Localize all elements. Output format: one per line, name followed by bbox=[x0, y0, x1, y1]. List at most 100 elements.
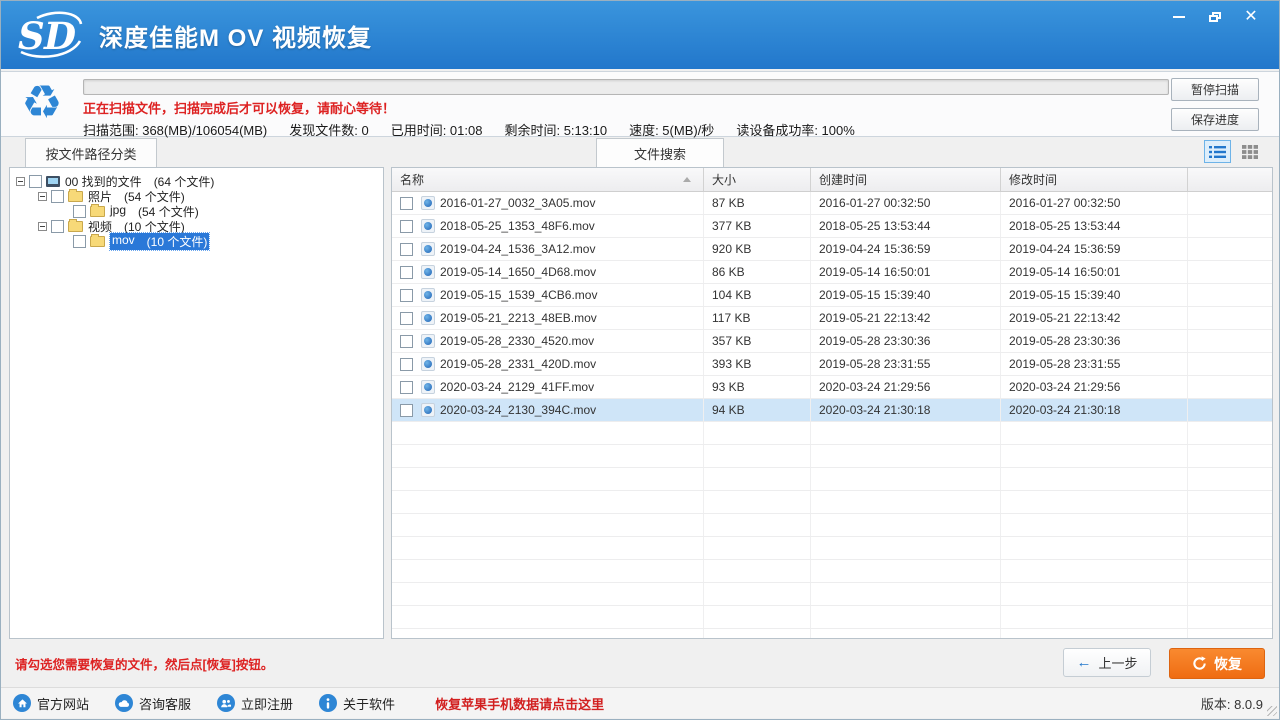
row-checkbox[interactable] bbox=[400, 289, 413, 302]
row-checkbox[interactable] bbox=[400, 312, 413, 325]
table-row[interactable]: 2019-05-28_2330_4520.mov 357 KB 2019-05-… bbox=[392, 330, 1272, 353]
empty-table-row bbox=[392, 468, 1272, 491]
table-body: 2016-01-27_0032_3A05.mov 87 KB 2016-01-2… bbox=[392, 192, 1272, 639]
list-view-button[interactable] bbox=[1204, 140, 1231, 163]
row-checkbox[interactable] bbox=[400, 335, 413, 348]
file-size bbox=[704, 468, 811, 490]
row-checkbox[interactable] bbox=[400, 266, 413, 279]
file-size: 920 KB bbox=[704, 238, 811, 260]
resize-grip[interactable] bbox=[1267, 706, 1277, 716]
file-created bbox=[811, 560, 1001, 582]
column-header-modified[interactable]: 修改时间 bbox=[1001, 168, 1188, 191]
version-label: 版本: 8.0.9 bbox=[1201, 694, 1263, 713]
file-created: 2019-04-24 15:36:59 bbox=[811, 238, 1001, 260]
tabs-row: 按文件路径分类 文件搜索 bbox=[1, 137, 1279, 167]
close-icon: ✕ bbox=[1244, 9, 1257, 25]
scan-activity-icon: ♻ bbox=[1, 72, 83, 136]
footer-link-about[interactable]: 关于软件 bbox=[319, 694, 395, 713]
file-name: 2018-05-25_1353_48F6.mov bbox=[440, 219, 595, 233]
pause-scan-button[interactable]: 暂停扫描 bbox=[1171, 78, 1259, 101]
file-modified bbox=[1001, 514, 1188, 536]
minimize-button[interactable] bbox=[1161, 5, 1197, 29]
recover-refresh-icon bbox=[1192, 656, 1207, 671]
row-checkbox[interactable] bbox=[400, 220, 413, 233]
tree-item[interactable]: 照片(54 个文件) bbox=[10, 189, 383, 204]
footer-link-home[interactable]: 官方网站 bbox=[13, 694, 89, 713]
grid-view-button[interactable] bbox=[1236, 140, 1263, 163]
tree-item[interactable]: 00 找到的文件(64 个文件) bbox=[10, 174, 383, 189]
tree-item[interactable]: 视频(10 个文件) bbox=[10, 219, 383, 234]
empty-table-row bbox=[392, 422, 1272, 445]
close-button[interactable]: ✕ bbox=[1233, 5, 1269, 29]
save-progress-button[interactable]: 保存进度 bbox=[1171, 108, 1259, 131]
recover-button[interactable]: 恢复 bbox=[1169, 648, 1265, 679]
row-checkbox[interactable] bbox=[400, 358, 413, 371]
file-modified bbox=[1001, 583, 1188, 605]
tab-file-search[interactable]: 文件搜索 bbox=[596, 138, 724, 167]
footer-link-service[interactable]: 咨询客服 bbox=[115, 694, 191, 713]
tree-checkbox[interactable] bbox=[51, 190, 64, 203]
file-created: 2019-05-15 15:39:40 bbox=[811, 284, 1001, 306]
table-row[interactable]: 2019-05-14_1650_4D68.mov 86 KB 2019-05-1… bbox=[392, 261, 1272, 284]
tree-expander-icon[interactable] bbox=[38, 222, 47, 231]
file-modified: 2019-05-14 16:50:01 bbox=[1001, 261, 1188, 283]
file-size: 377 KB bbox=[704, 215, 811, 237]
tree-checkbox[interactable] bbox=[73, 205, 86, 218]
column-header-name[interactable]: 名称 bbox=[392, 168, 704, 191]
row-checkbox[interactable] bbox=[400, 381, 413, 394]
app-title: 深度佳能M OV 视频恢复 bbox=[99, 18, 372, 53]
titlebar: S D 深度佳能M OV 视频恢复 ✕ bbox=[1, 1, 1279, 69]
table-row[interactable]: 2019-05-21_2213_48EB.mov 117 KB 2019-05-… bbox=[392, 307, 1272, 330]
table-row[interactable]: 2020-03-24_2129_41FF.mov 93 KB 2020-03-2… bbox=[392, 376, 1272, 399]
tree-expander-icon[interactable] bbox=[16, 177, 25, 186]
file-modified: 2019-04-24 15:36:59 bbox=[1001, 238, 1188, 260]
row-checkbox[interactable] bbox=[400, 243, 413, 256]
file-created: 2018-05-25 13:53:44 bbox=[811, 215, 1001, 237]
content-area: 00 找到的文件(64 个文件) 照片(54 个文件) jpg(54 个文件) … bbox=[1, 167, 1279, 639]
tree-checkbox[interactable] bbox=[51, 220, 64, 233]
mov-file-icon bbox=[421, 380, 435, 394]
column-header-created[interactable]: 创建时间 bbox=[811, 168, 1001, 191]
file-name: 2019-04-24_1536_3A12.mov bbox=[440, 242, 595, 256]
table-row[interactable]: 2018-05-25_1353_48F6.mov 377 KB 2018-05-… bbox=[392, 215, 1272, 238]
file-size bbox=[704, 514, 811, 536]
tree-expander-icon[interactable] bbox=[38, 192, 47, 201]
column-header-size[interactable]: 大小 bbox=[704, 168, 811, 191]
folder-icon bbox=[68, 191, 83, 202]
file-size bbox=[704, 583, 811, 605]
table-row[interactable]: 2016-01-27_0032_3A05.mov 87 KB 2016-01-2… bbox=[392, 192, 1272, 215]
tab-by-file-path[interactable]: 按文件路径分类 bbox=[25, 138, 157, 167]
apple-recovery-link[interactable]: 恢复苹果手机数据请点击这里 bbox=[435, 694, 604, 713]
row-checkbox[interactable] bbox=[400, 404, 413, 417]
file-created: 2016-01-27 00:32:50 bbox=[811, 192, 1001, 214]
back-button[interactable]: ← 上一步 bbox=[1063, 648, 1151, 677]
table-row[interactable]: 2019-04-24_1536_3A12.mov 920 KB 2019-04-… bbox=[392, 238, 1272, 261]
file-created bbox=[811, 537, 1001, 559]
empty-table-row bbox=[392, 583, 1272, 606]
app-logo-icon: S D bbox=[15, 11, 85, 59]
row-checkbox[interactable] bbox=[400, 197, 413, 210]
mov-file-icon bbox=[421, 357, 435, 371]
empty-table-row bbox=[392, 514, 1272, 537]
home-icon bbox=[13, 694, 31, 712]
table-row[interactable]: 2019-05-15_1539_4CB6.mov 104 KB 2019-05-… bbox=[392, 284, 1272, 307]
hint-row: 请勾选您需要恢复的文件，然后点[恢复]按钮。 ← 上一步 恢复 bbox=[1, 639, 1279, 687]
restore-button[interactable] bbox=[1197, 5, 1233, 29]
footer-link-register[interactable]: 立即注册 bbox=[217, 694, 293, 713]
tree-checkbox[interactable] bbox=[29, 175, 42, 188]
table-row[interactable]: 2019-05-28_2331_420D.mov 393 KB 2019-05-… bbox=[392, 353, 1272, 376]
table-row[interactable]: 2020-03-24_2130_394C.mov 94 KB 2020-03-2… bbox=[392, 399, 1272, 422]
svg-text:S: S bbox=[18, 14, 45, 58]
tree-item[interactable]: mov(10 个文件) bbox=[10, 234, 383, 249]
file-size bbox=[704, 537, 811, 559]
file-created bbox=[811, 422, 1001, 444]
file-size bbox=[704, 606, 811, 628]
folder-icon bbox=[68, 221, 83, 232]
file-created: 2020-03-24 21:30:18 bbox=[811, 399, 1001, 421]
register-icon bbox=[217, 694, 235, 712]
file-size bbox=[704, 445, 811, 467]
tree-item[interactable]: jpg(54 个文件) bbox=[10, 204, 383, 219]
file-name: 2019-05-15_1539_4CB6.mov bbox=[440, 288, 597, 302]
file-modified bbox=[1001, 537, 1188, 559]
tree-checkbox[interactable] bbox=[73, 235, 86, 248]
